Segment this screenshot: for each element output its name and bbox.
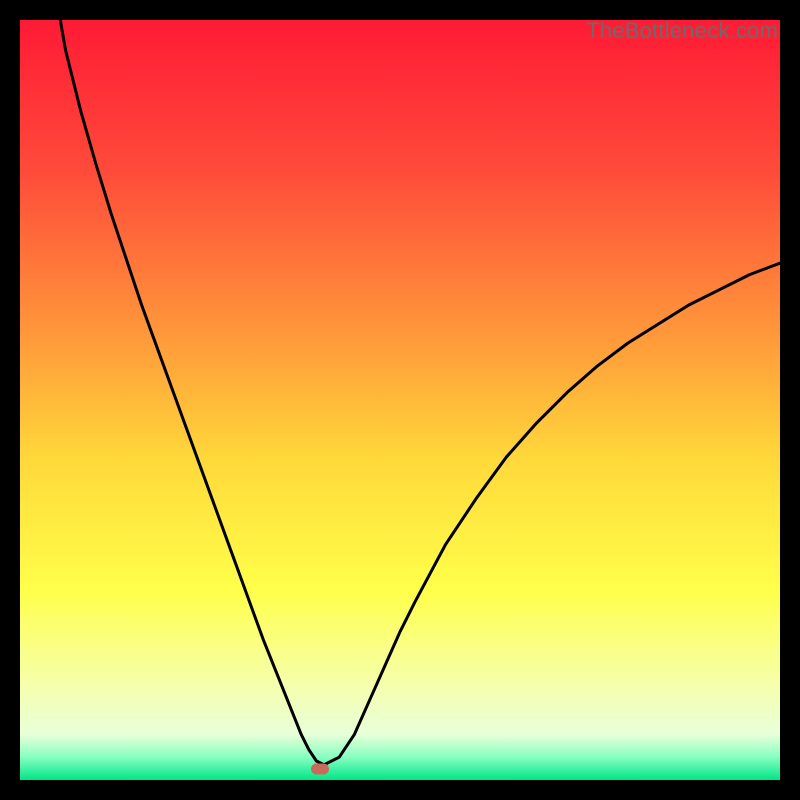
chart-background — [20, 20, 780, 780]
chart-frame: TheBottleneck.com — [20, 20, 780, 780]
chart-canvas — [20, 20, 780, 780]
optimal-point-marker — [311, 763, 329, 774]
watermark-label: TheBottleneck.com — [586, 18, 778, 44]
